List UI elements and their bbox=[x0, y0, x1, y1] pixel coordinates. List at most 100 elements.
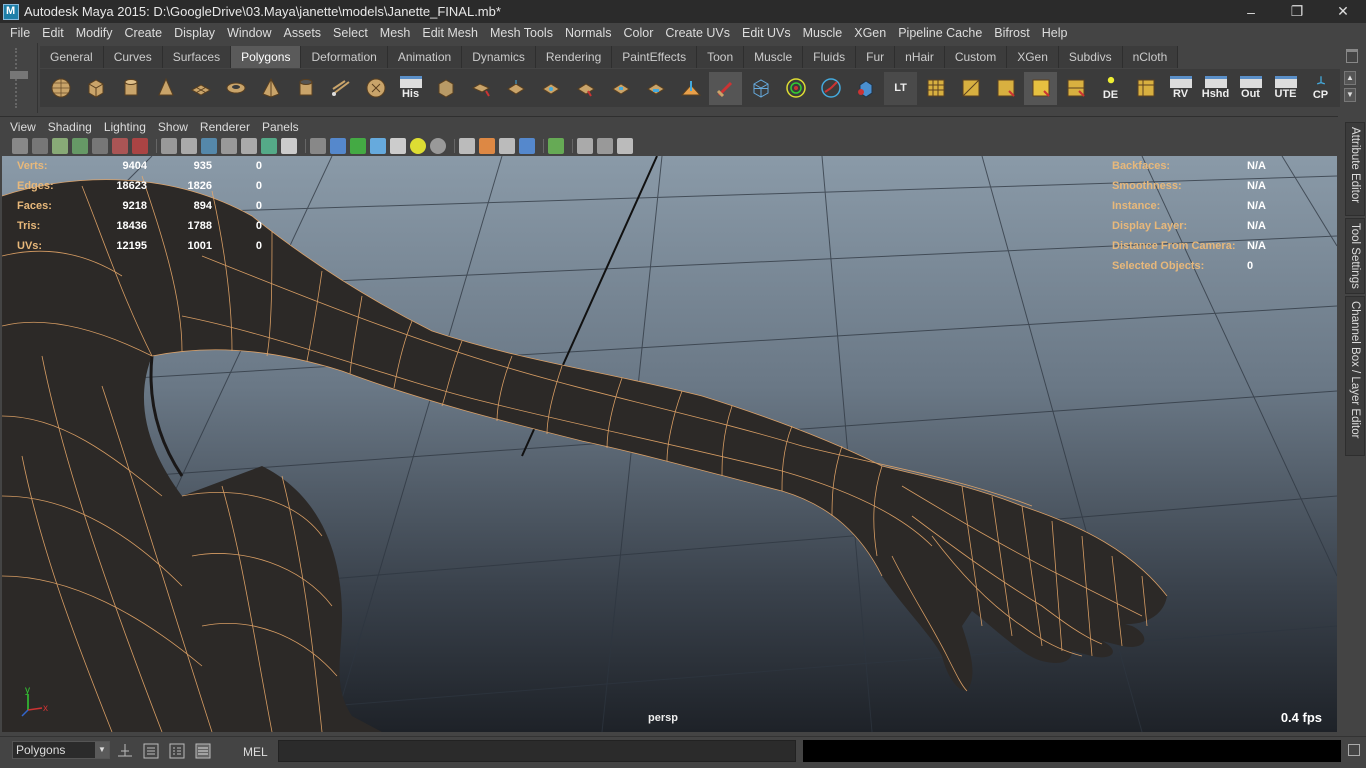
single-view-icon[interactable] bbox=[577, 138, 593, 154]
outliner-persp-icon[interactable] bbox=[617, 138, 633, 154]
menu-select[interactable]: Select bbox=[327, 26, 374, 40]
poly-soccer-icon[interactable] bbox=[359, 72, 392, 105]
shelf-tab-curves[interactable]: Curves bbox=[103, 46, 163, 68]
menu-display[interactable]: Display bbox=[168, 26, 221, 40]
poly-cone-icon[interactable] bbox=[149, 72, 182, 105]
universal-manip-icon[interactable] bbox=[814, 72, 847, 105]
reduce-icon[interactable] bbox=[639, 72, 672, 105]
isolate-select-icon[interactable] bbox=[548, 138, 564, 154]
ute-script-icon[interactable]: UTE bbox=[1269, 72, 1302, 105]
shelf-tab-toon[interactable]: Toon bbox=[697, 46, 745, 68]
cp-script-icon[interactable]: CP bbox=[1304, 72, 1337, 105]
shelf-tab-rendering[interactable]: Rendering bbox=[535, 46, 613, 68]
lt-script-icon[interactable]: LT bbox=[884, 71, 917, 105]
script-editor-open-icon[interactable] bbox=[1348, 744, 1360, 756]
uv-sew-icon[interactable] bbox=[1024, 71, 1057, 105]
shelf-tab-painteffects[interactable]: PaintEffects bbox=[612, 46, 698, 68]
grease-pencil-icon[interactable] bbox=[112, 138, 128, 154]
uv-grid-icon[interactable] bbox=[919, 72, 952, 105]
four-view-icon[interactable] bbox=[597, 138, 613, 154]
camera-select-icon[interactable] bbox=[12, 138, 28, 154]
shelf-tab-deformation[interactable]: Deformation bbox=[301, 46, 388, 68]
hypershade-icon[interactable] bbox=[194, 742, 212, 760]
wireframe-cube-icon[interactable] bbox=[744, 72, 777, 105]
paint-tool-icon[interactable] bbox=[709, 71, 742, 105]
minimize-button[interactable]: – bbox=[1228, 0, 1274, 23]
history-toggle-icon[interactable]: His bbox=[394, 72, 427, 105]
out-script-icon[interactable]: Out bbox=[1234, 72, 1267, 105]
tab-attribute-editor[interactable]: Attribute Editor bbox=[1345, 122, 1365, 216]
combine-icon[interactable] bbox=[429, 72, 462, 105]
menu-mesh-tools[interactable]: Mesh Tools bbox=[484, 26, 559, 40]
tab-tool-settings[interactable]: Tool Settings bbox=[1345, 218, 1365, 294]
shelf-scroll-up-icon[interactable]: ▲ bbox=[1344, 71, 1356, 85]
uv-layout-icon[interactable] bbox=[954, 72, 987, 105]
poly-cylinder-icon[interactable] bbox=[114, 72, 147, 105]
xray-icon[interactable] bbox=[370, 138, 386, 154]
menu-assets[interactable]: Assets bbox=[278, 26, 328, 40]
shelf-tab-animation[interactable]: Animation bbox=[387, 46, 463, 68]
shelf-tab-custom[interactable]: Custom bbox=[944, 46, 1008, 68]
shelf-tab-surfaces[interactable]: Surfaces bbox=[162, 46, 232, 68]
snap-toggle-icon[interactable] bbox=[116, 742, 134, 760]
film-gate-icon[interactable] bbox=[161, 138, 177, 154]
shelf-tab-fluids[interactable]: Fluids bbox=[803, 46, 857, 68]
menu-modify[interactable]: Modify bbox=[70, 26, 119, 40]
panel-menu-shading[interactable]: Shading bbox=[42, 120, 98, 134]
mel-language-label[interactable]: MEL bbox=[243, 745, 268, 759]
use-all-lights-icon[interactable] bbox=[410, 138, 426, 154]
shelf-tab-general[interactable]: General bbox=[40, 46, 104, 68]
script-editor-icon[interactable] bbox=[142, 742, 160, 760]
shelf-tab-nhair[interactable]: nHair bbox=[895, 46, 945, 68]
separate-icon[interactable] bbox=[464, 72, 497, 105]
uv-unfold-icon[interactable] bbox=[1059, 72, 1092, 105]
uv-snapshot-icon[interactable] bbox=[1129, 72, 1162, 105]
wireframe-on-shaded-icon[interactable] bbox=[350, 138, 366, 154]
menu-edit-mesh[interactable]: Edit Mesh bbox=[416, 26, 484, 40]
poly-pyramid-icon[interactable] bbox=[254, 72, 287, 105]
trash-icon[interactable] bbox=[1346, 49, 1358, 63]
menu-create-uvs[interactable]: Create UVs bbox=[659, 26, 736, 40]
uv-cut-icon[interactable] bbox=[989, 72, 1022, 105]
wireframe-shading-icon[interactable] bbox=[310, 138, 326, 154]
poly-cube-icon[interactable] bbox=[79, 72, 112, 105]
command-line-input[interactable] bbox=[278, 740, 796, 762]
menu-pipeline-cache[interactable]: Pipeline Cache bbox=[892, 26, 988, 40]
smooth-shading-icon[interactable] bbox=[330, 138, 346, 154]
shelf-scroll-down-icon[interactable]: ▼ bbox=[1344, 88, 1356, 102]
menu-mesh[interactable]: Mesh bbox=[374, 26, 417, 40]
shelf-tab-fur[interactable]: Fur bbox=[856, 46, 896, 68]
texture-text-icon[interactable] bbox=[281, 138, 297, 154]
field-chart-icon[interactable] bbox=[221, 138, 237, 154]
menu-create[interactable]: Create bbox=[119, 26, 169, 40]
perspective-viewport[interactable]: Verts: 9404 935 0 Edges: 18623 1826 0 Fa… bbox=[2, 156, 1337, 732]
panel-menu-view[interactable]: View bbox=[4, 120, 42, 134]
motion-blur-icon[interactable] bbox=[479, 138, 495, 154]
smooth-icon[interactable] bbox=[534, 72, 567, 105]
safe-title-icon[interactable] bbox=[261, 138, 277, 154]
menu-help[interactable]: Help bbox=[1036, 26, 1074, 40]
panel-menu-show[interactable]: Show bbox=[152, 120, 194, 134]
menu-muscle[interactable]: Muscle bbox=[797, 26, 849, 40]
shelf-tab-muscle[interactable]: Muscle bbox=[744, 46, 804, 68]
poly-plane-icon[interactable] bbox=[184, 72, 217, 105]
bookmark-icon[interactable] bbox=[52, 138, 68, 154]
panel-menu-panels[interactable]: Panels bbox=[256, 120, 305, 134]
depth-of-field-icon[interactable] bbox=[519, 138, 535, 154]
shelf-tab-subdivs[interactable]: Subdivs bbox=[1058, 46, 1123, 68]
hshd-script-icon[interactable]: Hshd bbox=[1199, 72, 1232, 105]
restore-button[interactable]: ❐ bbox=[1274, 0, 1320, 23]
menu-xgen[interactable]: XGen bbox=[848, 26, 892, 40]
poly-helix-icon[interactable] bbox=[324, 72, 357, 105]
rv-script-icon[interactable]: RV bbox=[1164, 72, 1197, 105]
camera-attributes-icon[interactable] bbox=[32, 138, 48, 154]
panel-menu-renderer[interactable]: Renderer bbox=[194, 120, 256, 134]
multisample-icon[interactable] bbox=[499, 138, 515, 154]
shelf-tab-ncloth[interactable]: nCloth bbox=[1122, 46, 1179, 68]
safe-action-icon[interactable] bbox=[241, 138, 257, 154]
menu-window[interactable]: Window bbox=[221, 26, 277, 40]
shelf-drag-handle[interactable] bbox=[0, 43, 38, 113]
textured-icon[interactable] bbox=[390, 138, 406, 154]
panel-menu-lighting[interactable]: Lighting bbox=[98, 120, 152, 134]
close-button[interactable]: ✕ bbox=[1320, 0, 1366, 23]
